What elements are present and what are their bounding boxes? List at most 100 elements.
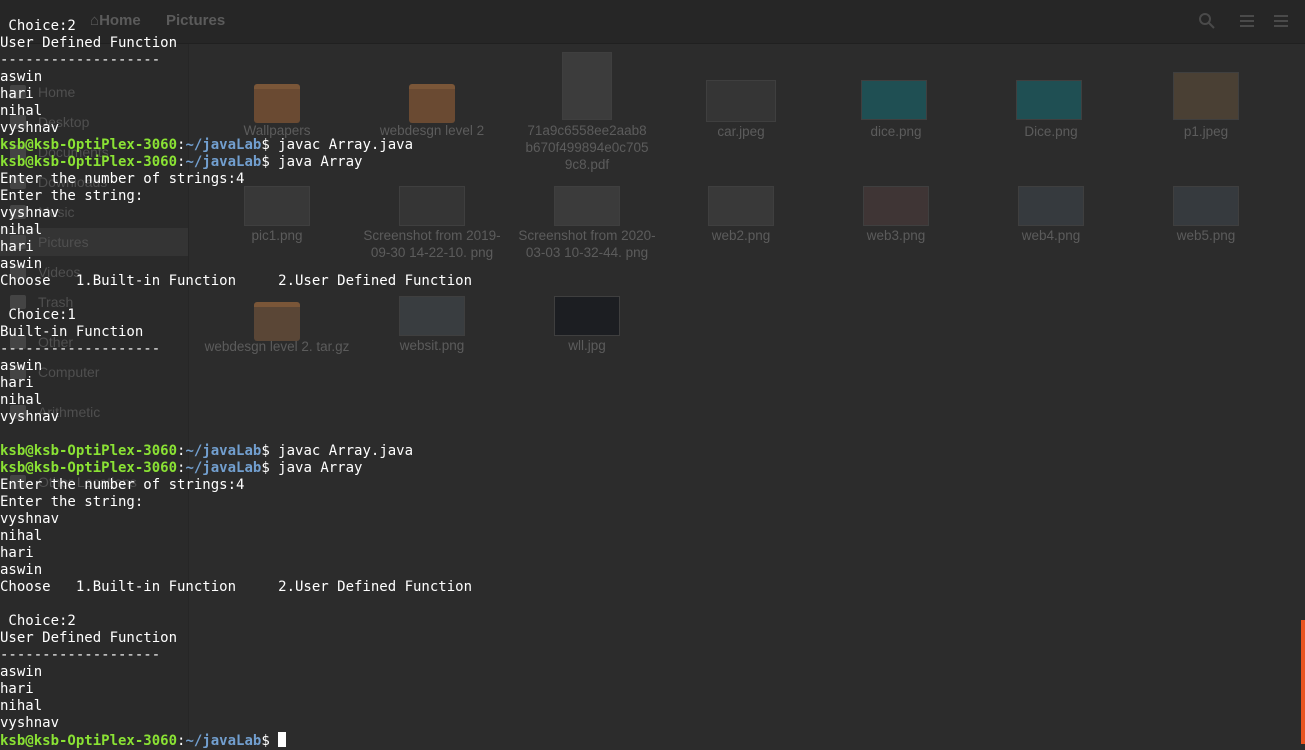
scrollbar-indicator[interactable] <box>1301 620 1305 744</box>
terminal-line: ------------------- <box>0 647 1300 664</box>
output-text: nihal <box>0 103 43 119</box>
output-text: nihal <box>0 528 43 544</box>
prompt-dollar: $ <box>261 733 270 749</box>
output-text: aswin <box>0 69 43 85</box>
output-text: hari <box>0 375 34 391</box>
terminal-line: Choice:2 <box>0 613 1300 630</box>
terminal-line: Enter the number of strings:4 <box>0 477 1300 494</box>
output-text: nihal <box>0 222 43 238</box>
output-text: vyshnav <box>0 120 60 136</box>
prompt-dollar: $ <box>261 460 270 476</box>
terminal-line: Choice:2 <box>0 18 1300 35</box>
output-text: User Defined Function <box>0 35 178 51</box>
output-text: nihal <box>0 698 43 714</box>
output-text: aswin <box>0 664 43 680</box>
terminal-line: Choose 1.Built-in Function 2.User Define… <box>0 579 1300 596</box>
terminal-line: aswin <box>0 358 1300 375</box>
command-text <box>270 733 278 749</box>
terminal-line: nihal <box>0 392 1300 409</box>
terminal-line: vyshnav <box>0 511 1300 528</box>
terminal-line: aswin <box>0 562 1300 579</box>
prompt-dollar: $ <box>261 137 270 153</box>
output-text: aswin <box>0 562 43 578</box>
prompt-dollar: $ <box>261 154 270 170</box>
terminal-line: User Defined Function <box>0 630 1300 647</box>
terminal-prompt-line: ksb@ksb-OptiPlex-3060:~/javaLab$ javac A… <box>0 137 1300 154</box>
output-text: Choose 1.Built-in Function 2.User Define… <box>0 579 473 595</box>
terminal-line: vyshnav <box>0 409 1300 426</box>
prompt-user-host: ksb@ksb-OptiPlex-3060 <box>0 154 178 170</box>
terminal-line: hari <box>0 545 1300 562</box>
output-text: Enter the string: <box>0 494 144 510</box>
terminal-line: vyshnav <box>0 120 1300 137</box>
terminal-line: Enter the number of strings:4 <box>0 171 1300 188</box>
prompt-user-host: ksb@ksb-OptiPlex-3060 <box>0 460 178 476</box>
output-text: aswin <box>0 256 43 272</box>
output-text: Choose 1.Built-in Function 2.User Define… <box>0 273 473 289</box>
output-text: aswin <box>0 358 43 374</box>
terminal-prompt-line: ksb@ksb-OptiPlex-3060:~/javaLab$ javac A… <box>0 443 1300 460</box>
command-text: java Array <box>269 154 363 170</box>
output-text: hari <box>0 545 34 561</box>
terminal-line: aswin <box>0 69 1300 86</box>
output-text: ------------------- <box>0 341 161 357</box>
terminal-line: ------------------- <box>0 52 1300 69</box>
output-text: vyshnav <box>0 205 60 221</box>
terminal-line: Enter the string: <box>0 494 1300 511</box>
terminal-line: hari <box>0 239 1300 256</box>
output-text: Choice:2 <box>0 18 76 34</box>
prompt-path: ~/javaLab <box>185 460 262 476</box>
terminal-line: User Defined Function <box>0 35 1300 52</box>
output-text: hari <box>0 86 34 102</box>
output-text: ------------------- <box>0 52 161 68</box>
output-text: vyshnav <box>0 715 60 731</box>
terminal-line: Choose 1.Built-in Function 2.User Define… <box>0 273 1300 290</box>
output-text: Enter the number of strings:4 <box>0 171 245 187</box>
terminal-line: aswin <box>0 256 1300 273</box>
terminal-line: hari <box>0 86 1300 103</box>
terminal-prompt-line: ksb@ksb-OptiPlex-3060:~/javaLab$ java Ar… <box>0 154 1300 171</box>
terminal-line: nihal <box>0 528 1300 545</box>
prompt-dollar: $ <box>261 443 270 459</box>
output-text: Enter the string: <box>0 188 144 204</box>
prompt-user-host: ksb@ksb-OptiPlex-3060 <box>0 443 178 459</box>
terminal-line: nihal <box>0 103 1300 120</box>
command-text: java Array <box>269 460 363 476</box>
terminal-output[interactable]: Choice:2 User Defined Function -----------… <box>0 18 1300 749</box>
terminal-line: vyshnav <box>0 205 1300 222</box>
output-text: vyshnav <box>0 511 60 527</box>
prompt-path: ~/javaLab <box>185 137 262 153</box>
output-text: ------------------- <box>0 647 161 663</box>
terminal-line: nihal <box>0 222 1300 239</box>
terminal-line: nihal <box>0 698 1300 715</box>
prompt-path: ~/javaLab <box>185 733 262 749</box>
terminal-line: Built-in Function <box>0 324 1300 341</box>
prompt-user-host: ksb@ksb-OptiPlex-3060 <box>0 137 178 153</box>
output-text: nihal <box>0 392 43 408</box>
prompt-path: ~/javaLab <box>185 443 262 459</box>
output-text: Choice:1 <box>0 307 76 323</box>
terminal-prompt-line: ksb@ksb-OptiPlex-3060:~/javaLab$ java Ar… <box>0 460 1300 477</box>
terminal-line: Choice:1 <box>0 307 1300 324</box>
command-text: javac Array.java <box>269 443 414 459</box>
output-text: hari <box>0 681 34 697</box>
terminal-line: hari <box>0 681 1300 698</box>
terminal-prompt-line: ksb@ksb-OptiPlex-3060:~/javaLab$ <box>0 732 1300 749</box>
prompt-user-host: ksb@ksb-OptiPlex-3060 <box>0 733 178 749</box>
terminal-line: aswin <box>0 664 1300 681</box>
terminal-line: Enter the string: <box>0 188 1300 205</box>
prompt-path: ~/javaLab <box>185 154 262 170</box>
output-text: Built-in Function <box>0 324 144 340</box>
output-text: Choice:2 <box>0 613 76 629</box>
terminal-line: ------------------- <box>0 341 1300 358</box>
command-text: javac Array.java <box>269 137 414 153</box>
terminal-line: vyshnav <box>0 715 1300 732</box>
output-text: vyshnav <box>0 409 60 425</box>
output-text: Enter the number of strings:4 <box>0 477 245 493</box>
output-text: User Defined Function <box>0 630 178 646</box>
terminal-line: hari <box>0 375 1300 392</box>
terminal-cursor <box>278 732 287 747</box>
